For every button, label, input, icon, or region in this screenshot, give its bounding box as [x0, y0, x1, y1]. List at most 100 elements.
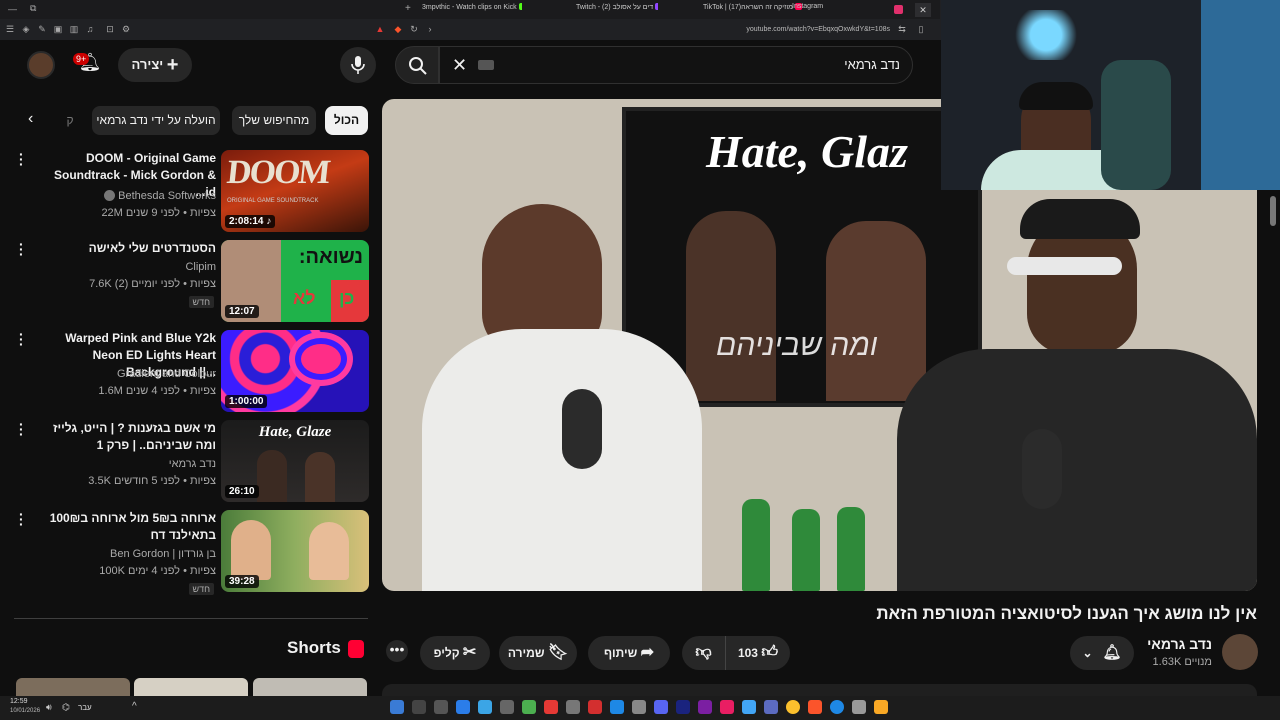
taskbar-app-icon[interactable] — [566, 700, 580, 714]
voice-search-button[interactable] — [340, 47, 376, 83]
video-title[interactable]: מי אשם בגזענות ? | הייט, גלייז ומה שביני… — [32, 420, 216, 454]
save-label: שמירה — [507, 646, 545, 660]
taskbar-app-icon[interactable] — [720, 700, 734, 714]
taskbar-app-icon[interactable] — [852, 700, 866, 714]
tab-instagram[interactable]: Instagram — [792, 3, 902, 17]
shorts-thumbnail[interactable] — [253, 678, 367, 696]
taskbar-app-icon[interactable] — [544, 700, 558, 714]
shorts-thumbnail[interactable] — [134, 678, 248, 696]
video-thumbnail[interactable]: DOOM ORIGINAL GAME SOUNDTRACK 2:08:14 ♪ — [221, 150, 369, 232]
channel-name[interactable]: נדב גרמאי — [32, 458, 216, 470]
taskbar-app-icon[interactable] — [764, 700, 778, 714]
chip-from-search[interactable]: מהחיפוש שלך — [232, 106, 316, 135]
kick-icon — [518, 3, 522, 10]
save-button[interactable]: שמירה 🔖︎ — [499, 636, 577, 670]
taskbar-app-icon[interactable] — [434, 700, 448, 714]
keyboard-icon[interactable] — [478, 60, 494, 70]
like-dislike-group[interactable]: 👎︎ 103 👍︎ — [682, 636, 790, 670]
list-item[interactable]: · · · מי אשם בגזענות ? | הייט, גלייז ומה ש… — [14, 417, 370, 504]
file-explorer-icon[interactable] — [874, 700, 888, 714]
window-minimize-icon[interactable]: — — [8, 4, 17, 14]
more-options-icon[interactable]: · · · — [19, 507, 27, 531]
clear-search-icon[interactable]: ✕ — [452, 55, 467, 76]
sidebar-icon[interactable]: ▥ — [68, 22, 80, 36]
clip-button[interactable]: קליפ ✂ — [420, 636, 490, 670]
video-thumbnail[interactable]: 39:28 — [221, 510, 369, 592]
taskbar-app-icon[interactable] — [456, 700, 470, 714]
video-thumbnail[interactable]: 1:00:00 — [221, 330, 369, 412]
chips-prev-chevron-icon[interactable]: ‹ — [28, 110, 33, 128]
bookmark-icon[interactable]: ▯ — [915, 22, 927, 36]
start-icon[interactable] — [390, 700, 404, 714]
shorts-thumbnail[interactable] — [16, 678, 130, 696]
list-item[interactable]: · · · הסטנדרטים שלי לאישה Clipim 7.6K צפיו… — [14, 237, 370, 324]
video-thumbnail[interactable]: נשואה: לא כן 12:07 — [221, 240, 369, 322]
chip-all[interactable]: הכול — [325, 106, 368, 135]
taskbar-app-icon[interactable] — [588, 700, 602, 714]
taskbar-app-icon[interactable] — [698, 700, 712, 714]
clock-time: 12:59 — [10, 698, 28, 705]
language-indicator[interactable]: עבר — [78, 703, 92, 712]
taskbar-app-icon[interactable] — [742, 700, 756, 714]
dislike-button[interactable]: 👎︎ — [682, 636, 726, 670]
address-bar[interactable]: youtube.com/watch?v=EbqxqOxwkdY&t=108s — [380, 21, 910, 38]
list-item[interactable]: · · · DOOM - Original Game Soundtrack - Mi… — [14, 147, 370, 234]
video-title[interactable]: ארוחה ב5₪ מול ארוחה ב100₪ בתאילנד דח — [32, 510, 216, 544]
taskbar-app-icon[interactable] — [478, 700, 492, 714]
brave-taskbar-icon[interactable] — [808, 700, 822, 714]
account-avatar[interactable] — [27, 51, 55, 79]
share-page-icon[interactable]: ⇆ — [896, 22, 908, 36]
edge-icon[interactable] — [830, 700, 844, 714]
shorts-more-icon[interactable]: ••• — [386, 640, 408, 662]
taskbar-app-icon[interactable] — [412, 700, 426, 714]
channel-name[interactable]: Ben Gordon | בן גורדון — [32, 548, 216, 560]
channel-row[interactable]: Bethesda Softworks — [32, 190, 216, 202]
taskbar-app-icon[interactable] — [632, 700, 646, 714]
taskbar-app-icon[interactable] — [500, 700, 514, 714]
taskbar-app-icon[interactable] — [610, 700, 624, 714]
volume-icon[interactable]: 🔊︎ — [46, 702, 52, 713]
channel-name[interactable]: Gradient and Colour — [32, 368, 216, 380]
video-thumbnail[interactable]: Hate, Glaze 26:10 — [221, 420, 369, 502]
webcam-overlay — [941, 0, 1280, 190]
settings-icon[interactable]: ⚙ — [120, 22, 132, 36]
more-options-icon[interactable]: · · · — [19, 237, 27, 261]
screenshot-icon[interactable]: ⊡ — [104, 22, 116, 36]
taskbar-app-icon[interactable] — [654, 700, 668, 714]
channel-name[interactable]: Clipim — [32, 261, 216, 273]
music-icon[interactable]: ♫ — [84, 22, 96, 36]
more-options-icon[interactable]: · · · — [19, 147, 27, 171]
tab-twitch[interactable]: Twitch - (2) דים על אסולב — [576, 3, 658, 17]
more-options-icon[interactable]: · · · — [19, 327, 27, 351]
network-icon[interactable]: ⌬ — [62, 702, 70, 713]
subscribed-button[interactable]: ⌄ 🔔︎ — [1070, 636, 1134, 670]
taskbar-app-icon[interactable] — [522, 700, 536, 714]
shield-icon[interactable]: ◈ — [20, 22, 32, 36]
tab-kick[interactable]: 3mpvthic - Watch clips on Kick — [422, 3, 522, 17]
window-menu-icon[interactable]: ⧉ — [30, 3, 36, 14]
search-input[interactable]: ✕ נדב גרמאי — [439, 46, 913, 84]
video-title[interactable]: הסטנדרטים שלי לאישה — [32, 240, 216, 257]
create-button[interactable]: יצירה + — [118, 48, 192, 82]
search-box[interactable]: ✕ נדב גרמאי — [395, 46, 913, 84]
like-button[interactable]: 103 👍︎ — [726, 636, 790, 670]
scrollbar-thumb[interactable] — [1270, 196, 1276, 226]
new-tab-icon[interactable]: + — [405, 3, 411, 14]
list-item[interactable]: · · · Warped Pink and Blue Y2k Neon ED Lig… — [14, 327, 370, 414]
taskbar-app-icon[interactable] — [676, 700, 690, 714]
doom-logo: DOOM — [225, 154, 331, 191]
chrome-icon[interactable] — [786, 700, 800, 714]
chip-partial[interactable]: ק — [60, 106, 80, 135]
back-icon[interactable]: ☰ — [4, 22, 16, 36]
tray-chevron-icon[interactable]: ^ — [132, 701, 137, 712]
close-tab-icon[interactable]: ✕ — [915, 3, 931, 17]
list-item[interactable]: · · · ארוחה ב5₪ מול ארוחה ב100₪ בתאילנד דח… — [14, 507, 370, 595]
search-button[interactable] — [395, 46, 439, 84]
channel-avatar[interactable] — [1222, 634, 1258, 670]
panel-icon[interactable]: ▣ — [52, 22, 64, 36]
plus-icon: + — [166, 54, 179, 76]
extension-icon[interactable]: ✎ — [36, 22, 48, 36]
share-button[interactable]: שיתוף ➦ — [588, 636, 670, 670]
more-options-icon[interactable]: · · · — [19, 417, 27, 441]
chip-uploaded-by[interactable]: הועלה על ידי נדב גרמאי — [92, 106, 220, 135]
